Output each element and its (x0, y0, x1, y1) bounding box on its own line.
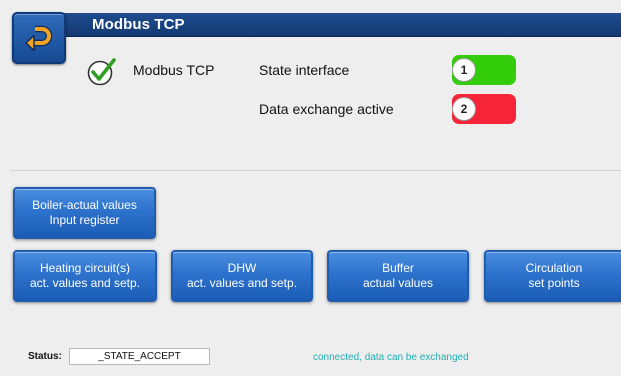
button-label-line: actual values (362, 276, 434, 290)
section-divider (10, 170, 621, 171)
status-label: Status: (28, 351, 62, 362)
button-label-line: Input register (49, 213, 120, 227)
protocol-label: Modbus TCP (133, 62, 215, 78)
page-title: Modbus TCP (92, 16, 185, 33)
status-message: connected, data can be exchanged (313, 352, 469, 363)
indicator-number-badge: 1 (452, 58, 476, 82)
boiler-actual-values-button[interactable]: Boiler-actual values Input register (13, 187, 156, 239)
state-interface-label: State interface (259, 62, 350, 78)
heating-circuits-button[interactable]: Heating circuit(s) act. values and setp. (13, 250, 157, 302)
button-label-line: act. values and setp. (29, 276, 141, 290)
status-value-field: _STATE_ACCEPT (69, 348, 210, 365)
data-exchange-label: Data exchange active (259, 101, 394, 117)
checkmark-circle-icon (87, 58, 116, 86)
title-bar: Modbus TCP (62, 13, 621, 37)
button-label-line: Heating circuit(s) (39, 261, 131, 275)
button-label-line: Buffer (382, 261, 414, 275)
dhw-button[interactable]: DHW act. values and setp. (171, 250, 313, 302)
button-label-line: Circulation (525, 261, 583, 275)
data-exchange-indicator[interactable]: 2 (452, 94, 516, 124)
back-button[interactable] (12, 12, 66, 64)
state-interface-indicator[interactable]: 1 (452, 55, 516, 85)
return-arrow-icon (25, 25, 53, 52)
button-label-line: act. values and setp. (186, 276, 298, 290)
button-label-line: set points (528, 276, 580, 290)
circulation-button[interactable]: Circulation set points (484, 250, 621, 302)
button-label-line: Boiler-actual values (32, 198, 137, 212)
buffer-button[interactable]: Buffer actual values (327, 250, 469, 302)
indicator-number-badge: 2 (452, 97, 476, 121)
button-label-line: DHW (227, 261, 257, 275)
